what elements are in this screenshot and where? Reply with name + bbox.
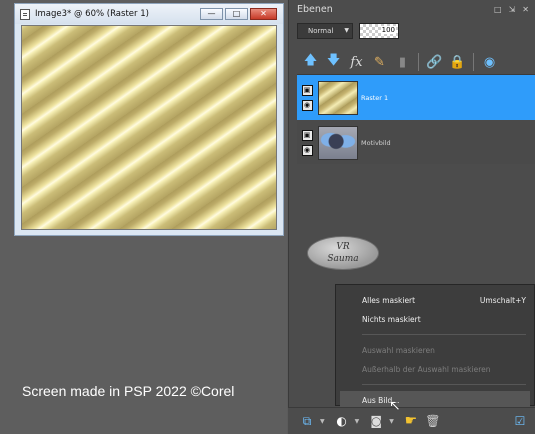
close-button[interactable]: ✕: [250, 8, 277, 20]
layer-thumbnail: [318, 125, 358, 160]
adjustment-layer-icon[interactable]: ◐: [333, 412, 351, 430]
pointing-hand-icon: ☛: [404, 413, 418, 429]
chevron-down-icon[interactable]: ▼: [320, 418, 325, 425]
menu-item-nichts-maskiert[interactable]: Nichts maskiert: [336, 310, 534, 329]
layers-panel-title: Ebenen: [297, 4, 333, 15]
edit-layer-icon[interactable]: ✎: [370, 53, 389, 72]
layer-toolbar: 🡅 🡇 fx ✎ ▮ 🔗 🔒 ◉: [289, 49, 535, 75]
panel-float-icon[interactable]: ⇲: [509, 5, 516, 14]
mouse-cursor-icon: ↖: [389, 398, 401, 414]
menu-item-shortcut: Umschalt+Y: [479, 296, 526, 305]
visibility-eye-icon[interactable]: ◉: [301, 99, 313, 111]
watermark-line1: VR: [336, 242, 350, 252]
panel-restore-icon[interactable]: □: [494, 5, 502, 14]
move-layer-up-icon[interactable]: 🡅: [301, 53, 320, 72]
layer-list: ▣ ◉ Raster 1 ▣ ◉ Motivbild: [297, 74, 535, 164]
menu-separator: [362, 334, 526, 335]
image-window-title: Image3* @ 60% (Raster 1): [35, 9, 149, 19]
image-canvas[interactable]: [21, 25, 277, 230]
minimize-button[interactable]: —: [200, 8, 223, 20]
properties-icon[interactable]: ◉: [480, 53, 499, 72]
image-window[interactable]: Image3* @ 60% (Raster 1) — □ ✕: [14, 3, 284, 236]
layers-panel-header: Ebenen □ ⇲ ✕: [289, 0, 535, 19]
trash-icon[interactable]: 🗑: [424, 412, 442, 430]
menu-separator: [362, 384, 526, 385]
toolbar-separator: [418, 53, 419, 71]
chevron-down-icon: ▼: [344, 27, 349, 34]
layer-row-motivbild[interactable]: ▣ ◉ Motivbild: [297, 120, 535, 165]
new-layer-icon[interactable]: ⧉: [298, 412, 316, 430]
menu-item-auswahl-maskieren: Auswahl maskieren: [336, 341, 534, 360]
blend-mode-select[interactable]: Normal ▼: [297, 23, 353, 39]
menu-item-label: Außerhalb der Auswahl maskieren: [362, 365, 491, 374]
link-icon[interactable]: 🔗: [425, 53, 444, 72]
chevron-down-icon[interactable]: ▼: [389, 418, 394, 425]
opacity-value: 100: [380, 26, 396, 34]
opacity-field[interactable]: 100: [359, 23, 399, 39]
watermark-logo: VR Sauma: [307, 236, 379, 270]
properties-check-icon[interactable]: ☑: [511, 412, 529, 430]
menu-item-ausserhalb-maskieren: Außerhalb der Auswahl maskieren: [336, 360, 534, 379]
panel-close-icon[interactable]: ✕: [522, 5, 529, 14]
layer-thumbnail: [318, 80, 358, 115]
chevron-down-icon[interactable]: ▼: [355, 418, 360, 425]
menu-item-label: Auswahl maskieren: [362, 346, 435, 355]
menu-item-label: Alles maskiert: [362, 296, 416, 305]
watermark-line2: Sauma: [327, 254, 359, 264]
menu-item-alles-maskiert[interactable]: Alles maskiert Umschalt+Y: [336, 291, 534, 310]
visibility-eye-icon[interactable]: ◉: [301, 144, 313, 156]
layer-mode-bar: Normal ▼ 100: [289, 19, 535, 43]
mask-icon[interactable]: ◙: [367, 412, 385, 430]
image-window-titlebar[interactable]: Image3* @ 60% (Raster 1) — □ ✕: [15, 4, 283, 24]
toolbar-separator: [473, 53, 474, 71]
credit-text: Screen made in PSP 2022 ©Corel: [22, 383, 235, 399]
workspace: Image3* @ 60% (Raster 1) — □ ✕ Screen ma…: [0, 0, 287, 434]
lock-icon[interactable]: 🔒: [448, 53, 467, 72]
layer-name: Motivbild: [361, 138, 391, 147]
menu-item-label: Nichts maskiert: [362, 315, 421, 324]
layer-name: Raster 1: [361, 93, 389, 102]
layers-bottom-bar: ⧉ ▼ ◐ ▼ ◙ ▼ ☛ 🗑 ☑: [288, 407, 535, 434]
layer-group-icon[interactable]: ▣: [301, 84, 313, 96]
layer-group-icon[interactable]: ▣: [301, 129, 313, 141]
delete-layer-icon[interactable]: ▮: [393, 53, 412, 72]
maximize-button[interactable]: □: [225, 8, 248, 20]
context-menu: Alles maskiert Umschalt+Y Nichts maskier…: [335, 284, 535, 410]
blend-mode-value: Normal: [308, 27, 334, 35]
document-icon: [20, 8, 30, 20]
layer-row-raster1[interactable]: ▣ ◉ Raster 1: [297, 75, 535, 120]
layer-effects-icon[interactable]: fx: [347, 53, 366, 72]
move-layer-down-icon[interactable]: 🡇: [324, 53, 343, 72]
